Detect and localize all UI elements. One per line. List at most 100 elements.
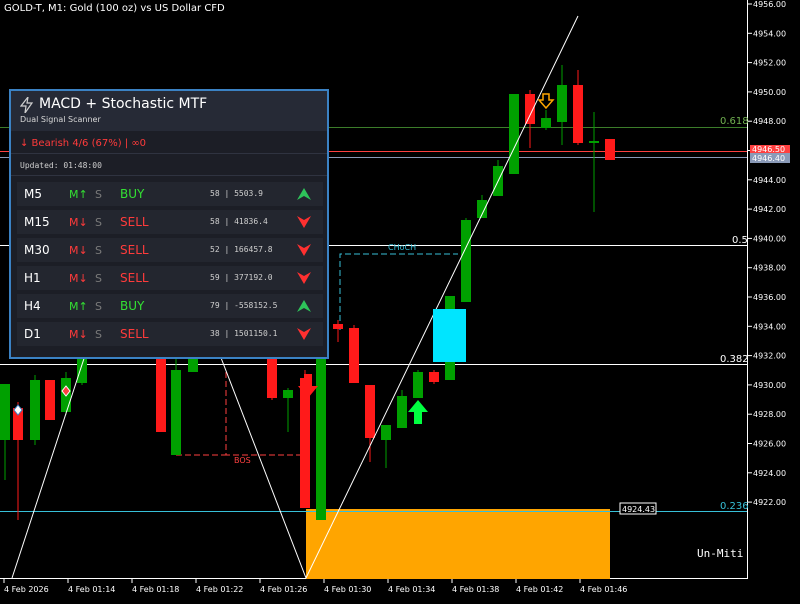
stochastic-indicator: S (95, 216, 102, 229)
current-price-tag-text: 4946.50 (752, 145, 785, 154)
candle-body (349, 328, 359, 383)
fib-label-0618: 0.618 (720, 116, 749, 127)
time-tick-label: 4 Feb 01:26 (260, 585, 307, 594)
price-tick-label: 4940.00 (753, 234, 786, 243)
down-arrow-icon (297, 216, 311, 228)
candle-body (283, 390, 293, 398)
stochastic-indicator: S (95, 328, 102, 341)
macd-direction: M↑ (69, 300, 88, 313)
macd-direction: M↓ (69, 244, 88, 257)
down-arrow-icon (297, 328, 311, 340)
signal-values: 38 | 1501150.1 (210, 329, 278, 338)
candle-body (30, 380, 40, 440)
time-tick-label: 4 Feb 01:38 (452, 585, 499, 594)
candle-body (461, 220, 471, 302)
time-tick-label: 4 Feb 01:30 (324, 585, 371, 594)
fib-label-0236: 0.236 (720, 501, 749, 512)
signal-label: BUY (120, 299, 145, 313)
price-axis[interactable]: 4956.00 4954.00 4952.00 4950.00 4948.00 4946.… (748, 0, 786, 507)
signal-highlight-box (433, 309, 466, 362)
candle-body (316, 340, 326, 520)
price-tick-label: 4944.00 (753, 176, 786, 185)
timeframe-row-m30[interactable]: M30 M↓ S SELL 52 | 166457.8 (17, 238, 323, 262)
lightning-bolt-icon (20, 97, 34, 113)
panel-divider (11, 175, 327, 176)
order-block-zone (306, 509, 610, 579)
down-arrow-icon (297, 244, 311, 256)
level-value-text: 4924.43 (622, 505, 655, 514)
up-arrow-icon (297, 188, 311, 200)
signal-values: 59 | 377192.0 (210, 273, 273, 282)
chart-title: GOLD-T, M1: Gold (100 oz) vs US Dollar C… (4, 3, 225, 14)
signal-values: 58 | 41836.4 (210, 217, 268, 226)
price-tick-label: 4922.00 (753, 498, 786, 507)
stochastic-indicator: S (95, 300, 102, 313)
candle-body (300, 378, 310, 508)
price-tick-label: 4956.00 (753, 0, 786, 9)
price-tick-label: 4954.00 (753, 29, 786, 38)
signal-label: SELL (120, 327, 149, 341)
time-tick-label: 4 Feb 01:34 (388, 585, 435, 594)
price-tick-label: 4928.00 (753, 410, 786, 419)
candle-body (0, 384, 10, 440)
bos-line (225, 372, 305, 456)
signal-values: 79 | -558152.5 (210, 301, 278, 310)
macd-direction: M↓ (69, 328, 88, 341)
candle-body (397, 396, 407, 428)
price-tick-label: 4936.00 (753, 293, 786, 302)
timeframe-label: H4 (24, 299, 41, 313)
candle-body (541, 118, 551, 128)
macd-direction: M↑ (69, 188, 88, 201)
choch-label: CHoCH (388, 243, 416, 252)
unmitigated-label: Un-Miti (697, 547, 743, 560)
panel-header[interactable]: MACD + Stochastic MTF Dual Signal Scanne… (11, 91, 327, 131)
up-arrow-icon (297, 300, 311, 312)
timeframe-row-d1[interactable]: D1 M↓ S SELL 38 | 1501150.1 (17, 322, 323, 346)
candle-body (573, 85, 583, 143)
stochastic-indicator: S (95, 188, 102, 201)
candle-body (413, 372, 423, 398)
timeframe-row-h1[interactable]: H1 M↓ S SELL 59 | 377192.0 (17, 266, 323, 290)
timeframe-label: M30 (24, 243, 50, 257)
timeframe-row-m5[interactable]: M5 M↑ S BUY 58 | 5503.9 (17, 182, 323, 206)
time-axis[interactable]: 4 Feb 2026 4 Feb 01:14 4 Feb 01:18 4 Feb 01… (3, 579, 627, 594)
price-tick-label: 4942.00 (753, 205, 786, 214)
price-tick-label: 4950.00 (753, 88, 786, 97)
macd-direction: M↓ (69, 272, 88, 285)
candle-body (333, 324, 343, 329)
panel-updated-time: Updated: 01:48:00 (20, 161, 102, 170)
signal-label: SELL (120, 215, 149, 229)
candle-body (156, 355, 166, 432)
candle-body (557, 85, 567, 122)
panel-title: MACD + Stochastic MTF (39, 96, 208, 112)
candle-body (381, 425, 391, 440)
stochastic-indicator: S (95, 272, 102, 285)
time-tick-label: 4 Feb 01:18 (132, 585, 179, 594)
time-tick-label: 4 Feb 01:22 (196, 585, 243, 594)
fib-label-0382: 0.382 (720, 354, 749, 365)
timeframe-label: D1 (24, 327, 41, 341)
candle-body (605, 139, 615, 160)
down-arrow-outline-icon (537, 93, 555, 110)
candle-body (45, 380, 55, 420)
signal-label: SELL (120, 243, 149, 257)
price-tick-label: 4948.00 (753, 117, 786, 126)
price-tick-label: 4930.00 (753, 381, 786, 390)
candle-body (589, 141, 599, 143)
zigzag-line-1 (11, 324, 96, 579)
signal-values: 52 | 166457.8 (210, 245, 273, 254)
candle-body (509, 94, 519, 174)
down-arrow-icon (297, 272, 311, 284)
price-tick-label: 4952.00 (753, 59, 786, 68)
macd-direction: M↓ (69, 216, 88, 229)
price-tick-label: 4932.00 (753, 352, 786, 361)
timeframe-label: H1 (24, 271, 41, 285)
panel-status: ↓ Bearish 4/6 (67%) | ∞0 (20, 138, 147, 149)
timeframe-row-m15[interactable]: M15 M↓ S SELL 58 | 41836.4 (17, 210, 323, 234)
mtf-scanner-panel[interactable]: MACD + Stochastic MTF Dual Signal Scanne… (9, 89, 329, 359)
time-tick-label: 4 Feb 01:46 (580, 585, 627, 594)
timeframe-row-h4[interactable]: H4 M↑ S BUY 79 | -558152.5 (17, 294, 323, 318)
panel-divider (11, 153, 327, 154)
price-tick-label: 4938.00 (753, 264, 786, 273)
stochastic-indicator: S (95, 244, 102, 257)
